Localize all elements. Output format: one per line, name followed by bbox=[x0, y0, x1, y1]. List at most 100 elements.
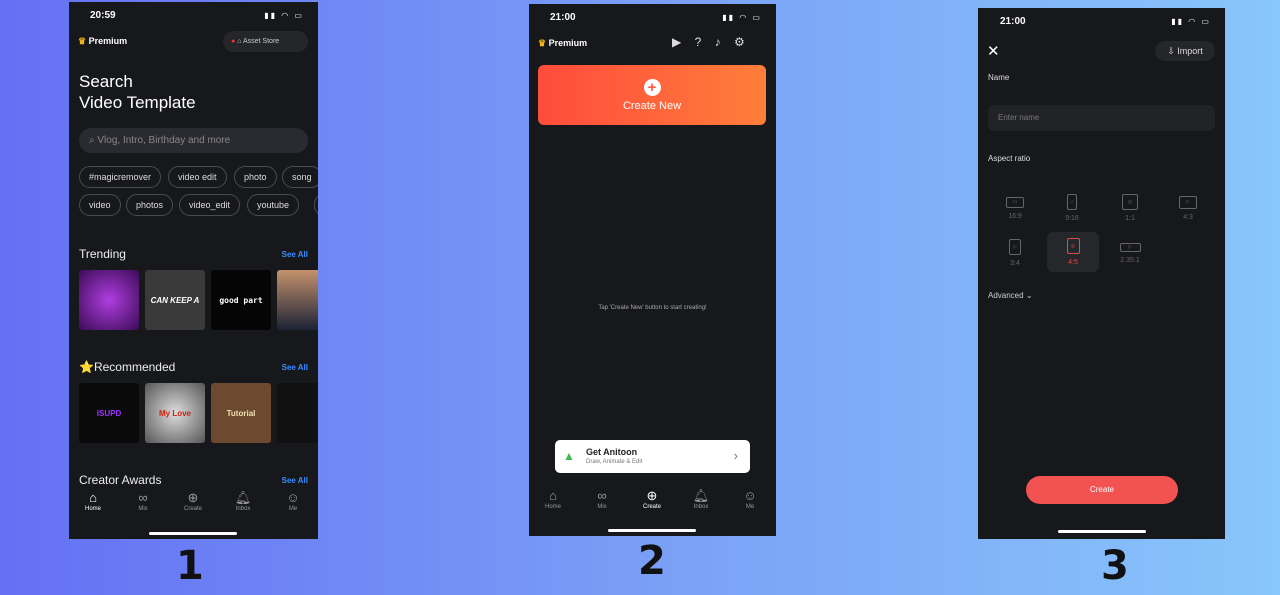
aspect-ratio-9-16[interactable]: ♪ 9:16 bbox=[1047, 188, 1097, 228]
page-title-line1: Search bbox=[79, 72, 133, 91]
nav-inbox[interactable]: 🔔︎ Inbox bbox=[681, 488, 721, 510]
play-icon: ▷ bbox=[1009, 239, 1021, 255]
promo-title: Get Anitoon bbox=[586, 447, 638, 457]
tag-chip[interactable]: video bbox=[79, 194, 121, 216]
aspect-ratio-1-1[interactable]: ◎ 1:1 bbox=[1105, 188, 1155, 228]
crown-icon: ♛ bbox=[78, 36, 87, 46]
aspect-ratio-2-35-1[interactable]: ▷ 2.35:1 bbox=[1105, 233, 1155, 273]
instagram-icon: ◎ bbox=[1066, 238, 1080, 254]
home-indicator bbox=[608, 529, 696, 532]
bell-icon: 🔔︎ bbox=[234, 490, 252, 505]
tag-chip[interactable]: photo bbox=[234, 166, 277, 188]
template-thumbnail[interactable]: My Love bbox=[145, 383, 205, 443]
nav-mix[interactable]: ∞ Mix bbox=[582, 488, 622, 510]
tag-chip[interactable]: video edit bbox=[168, 166, 227, 188]
status-time: 21:00 bbox=[550, 12, 576, 23]
infinity-icon: ∞ bbox=[597, 488, 607, 503]
tag-chip[interactable]: #magicremover bbox=[79, 166, 162, 188]
template-thumbnail[interactable]: good part bbox=[211, 270, 271, 330]
tag-chip[interactable]: song bbox=[282, 166, 318, 188]
ratio-label: 16:9 bbox=[1008, 212, 1022, 220]
section-title-recommended: ⭐Recommended bbox=[79, 360, 176, 374]
nav-inbox[interactable]: 🔔︎ Inbox bbox=[223, 490, 263, 512]
template-thumbnail[interactable] bbox=[277, 383, 318, 443]
import-button[interactable]: ⇩ Import bbox=[1155, 41, 1215, 61]
advanced-label: Advanced bbox=[988, 291, 1024, 300]
user-icon: ☺ bbox=[286, 490, 300, 505]
chevron-down-icon: ⌄ bbox=[1025, 291, 1033, 300]
play-icon: ▷ bbox=[1119, 242, 1141, 252]
tag-chip[interactable]: photos bbox=[126, 194, 174, 216]
nav-mix[interactable]: ∞ Mix bbox=[123, 490, 163, 512]
section-title-trending: Trending bbox=[79, 247, 126, 261]
see-all-recommended[interactable]: See All bbox=[282, 363, 308, 372]
name-label: Name bbox=[988, 73, 1010, 82]
ratio-label: 3:4 bbox=[1010, 260, 1020, 267]
section-title-creator-awards: Creator Awards bbox=[79, 473, 162, 487]
gear-icon[interactable]: ⚙ bbox=[734, 35, 745, 49]
import-icon: ⇩ bbox=[1167, 46, 1175, 56]
nav-me[interactable]: ☺ Me bbox=[273, 490, 313, 512]
nav-home[interactable]: ⌂ Home bbox=[73, 490, 113, 512]
ratio-label: 1:1 bbox=[1125, 215, 1135, 222]
nav-label: Home bbox=[84, 506, 101, 512]
template-thumbnail[interactable]: Tutorial bbox=[211, 383, 271, 443]
status-time: 21:00 bbox=[1000, 16, 1026, 27]
screen-number-3: 3 bbox=[1101, 543, 1129, 589]
store-icon: ⌂ bbox=[237, 38, 242, 45]
tutorial-video-icon[interactable]: ▶ bbox=[672, 35, 681, 49]
nav-create[interactable]: ⊕ Create bbox=[173, 490, 213, 512]
template-thumbnail[interactable]: ISUPD bbox=[79, 383, 139, 443]
ratio-label: 4:3 bbox=[1183, 213, 1193, 221]
home-icon: ⌂ bbox=[549, 488, 557, 503]
template-thumbnail[interactable] bbox=[79, 270, 139, 330]
template-thumbnail[interactable]: CAN KEEP A bbox=[145, 270, 205, 330]
aspect-ratio-4-3[interactable]: ▷ 4:3 bbox=[1163, 188, 1213, 228]
nav-home[interactable]: ⌂ Home bbox=[533, 488, 573, 510]
nav-label: Create bbox=[642, 504, 661, 510]
tag-chip[interactable] bbox=[314, 194, 318, 216]
screen-3-new-project: 21:00 ▮▮ ◠ ▭ ✕ ⇩ Import Name Enter name … bbox=[978, 8, 1225, 539]
name-input[interactable]: Enter name bbox=[988, 105, 1215, 131]
asset-store-button[interactable]: ● ⌂ Asset Store bbox=[223, 31, 308, 52]
aspect-ratio-3-4[interactable]: ▷ 3:4 bbox=[990, 233, 1040, 273]
get-anitoon-banner[interactable]: ▲ Get Anitoon Draw, Animate & Edit › bbox=[555, 440, 750, 473]
screen-1-home: 20:59 ▮▮ ◠ ▭ ♛ Premium ● ⌂ Asset Store S… bbox=[69, 2, 318, 539]
aspect-ratio-16-9[interactable]: ▭ 16:9 bbox=[990, 188, 1040, 228]
aspect-ratio-4-5[interactable]: ◎ 4:5 bbox=[1047, 232, 1099, 272]
search-icon: ⌕ bbox=[89, 135, 95, 146]
nav-label: Inbox bbox=[235, 506, 251, 512]
crown-icon: ♛ bbox=[538, 38, 547, 48]
import-label: Import bbox=[1177, 46, 1203, 56]
tag-chip[interactable]: youtube bbox=[247, 194, 300, 216]
plus-icon: ⊕ bbox=[646, 488, 658, 503]
nav-me[interactable]: ☺ Me bbox=[730, 488, 770, 510]
nav-create[interactable]: ⊕ Create bbox=[632, 488, 672, 510]
close-icon[interactable]: ✕ bbox=[987, 42, 1000, 60]
see-all-trending[interactable]: See All bbox=[282, 250, 308, 259]
advanced-toggle[interactable]: Advanced ⌄ bbox=[988, 291, 1033, 300]
status-icons: ▮▮ ◠ ▭ bbox=[1171, 17, 1211, 26]
help-icon[interactable]: ? bbox=[695, 35, 702, 49]
search-input[interactable]: ⌕ Vlog, Intro, Birthday and more bbox=[79, 128, 308, 153]
home-indicator bbox=[149, 532, 237, 535]
template-thumbnail[interactable] bbox=[277, 270, 318, 330]
ratio-label: 4:5 bbox=[1068, 259, 1078, 266]
anitoon-logo-icon: ▲ bbox=[563, 449, 575, 463]
tag-chip[interactable]: video_edit bbox=[179, 194, 241, 216]
status-icons: ▮▮ ◠ ▭ bbox=[722, 13, 762, 22]
status-time: 20:59 bbox=[90, 10, 116, 21]
nav-label: Inbox bbox=[693, 504, 709, 510]
asset-store-label: Asset Store bbox=[242, 38, 280, 45]
create-button[interactable]: Create bbox=[1026, 476, 1178, 504]
infinity-icon: ∞ bbox=[138, 490, 148, 505]
see-all-creator-awards[interactable]: See All bbox=[282, 476, 308, 485]
notification-dot: ● bbox=[231, 38, 236, 45]
premium-badge[interactable]: ♛ Premium bbox=[538, 38, 587, 49]
nav-label: Me bbox=[288, 506, 298, 512]
speaker-icon[interactable]: ♪ bbox=[715, 35, 721, 49]
screen-2-create: 21:00 ▮▮ ◠ ▭ ♛ Premium ▶ ? ♪ ⚙ + Create … bbox=[529, 4, 776, 536]
create-new-button[interactable]: + Create New bbox=[538, 65, 766, 125]
premium-badge[interactable]: ♛ Premium bbox=[78, 36, 127, 47]
nav-label: Me bbox=[745, 504, 755, 510]
